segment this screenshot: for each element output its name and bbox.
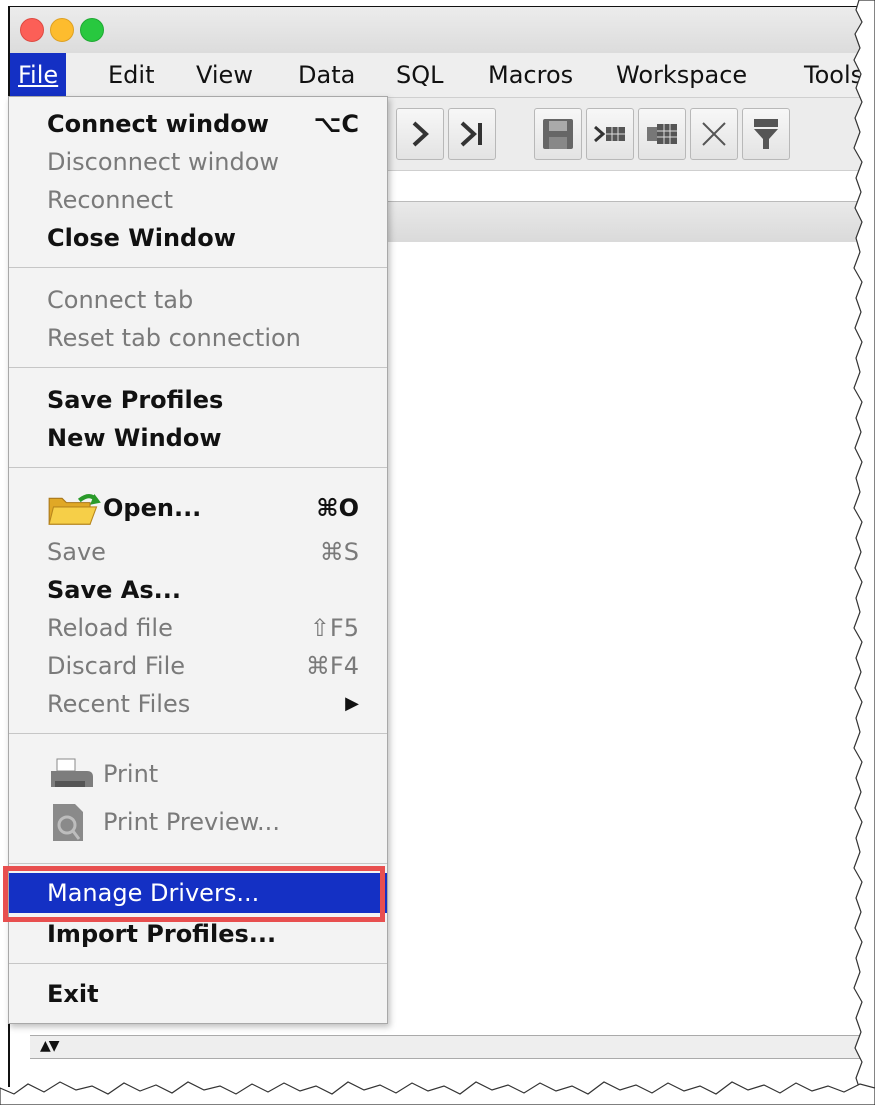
connect-window-label: Connect window: [47, 110, 269, 138]
submenu-arrow-icon: ▶: [345, 693, 359, 714]
menu-view[interactable]: View: [188, 53, 261, 97]
menu-item-discard-file[interactable]: Discard File ⌘F4: [9, 647, 387, 685]
menu-item-reload-file[interactable]: Reload file ⇧F5: [9, 609, 387, 647]
menu-sql-label: SQL: [396, 61, 444, 89]
printer-icon: [51, 758, 93, 787]
last-button[interactable]: [448, 108, 496, 160]
title-bar: [10, 7, 866, 54]
menu-workspace[interactable]: Workspace: [608, 53, 755, 97]
next-button[interactable]: [396, 108, 444, 160]
insert-row-button[interactable]: [586, 108, 634, 160]
connect-window-shortcut: ⌥C: [313, 110, 359, 138]
exit-label: Exit: [47, 980, 99, 1008]
insert-row-icon: [594, 125, 625, 143]
menu-macros[interactable]: Macros: [480, 53, 581, 97]
torn-edge-right: [853, 0, 875, 1105]
reconnect-label: Reconnect: [47, 186, 174, 214]
filter-icon: [754, 119, 778, 149]
print-label: Print: [103, 760, 159, 788]
filter-button[interactable]: [742, 108, 790, 160]
copy-row-icon: [647, 124, 677, 144]
menu-item-close-window[interactable]: Close Window: [9, 219, 387, 257]
menu-separator: [9, 963, 387, 964]
save-label: Save: [47, 538, 106, 566]
reset-tab-connection-label: Reset tab connection: [47, 324, 301, 352]
menu-file[interactable]: File: [10, 53, 67, 97]
save-profiles-label: Save Profiles: [47, 386, 224, 414]
menu-macros-label: Macros: [488, 61, 574, 89]
minimize-window-button[interactable]: [50, 18, 74, 42]
menu-item-disconnect-window[interactable]: Disconnect window: [9, 143, 387, 181]
print-preview-label: Print Preview...: [103, 808, 280, 836]
menu-data-label: Data: [298, 61, 356, 89]
save-toolbar-button[interactable]: [534, 108, 582, 160]
menu-edit[interactable]: Edit: [100, 53, 162, 97]
menu-item-save[interactable]: Save ⌘S: [9, 533, 387, 571]
menu-file-label: File: [18, 61, 59, 89]
menu-item-save-as[interactable]: Save As...: [9, 571, 387, 609]
delete-icon: [702, 122, 726, 146]
open-shortcut: ⌘O: [316, 494, 359, 522]
connect-tab-label: Connect tab: [47, 286, 194, 314]
menu-item-connect-window[interactable]: Connect window ⌥C: [9, 105, 387, 143]
print-preview-icon: [53, 804, 83, 841]
menu-separator: [9, 467, 387, 468]
import-profiles-label: Import Profiles...: [47, 920, 277, 948]
chevron-right-icon: [412, 121, 429, 147]
torn-edge-bottom: [0, 1081, 875, 1105]
save-shortcut: ⌘S: [319, 538, 359, 566]
menu-item-reconnect[interactable]: Reconnect: [9, 181, 387, 219]
menu-item-exit[interactable]: Exit: [9, 975, 387, 1013]
menu-item-save-profiles[interactable]: Save Profiles: [9, 381, 387, 419]
split-toggle-icon[interactable]: ▲▼: [40, 1038, 59, 1054]
annotation-highlight-box: [3, 866, 385, 922]
menu-separator: [9, 863, 387, 864]
discard-file-label: Discard File: [47, 652, 186, 680]
zoom-window-button[interactable]: [80, 18, 104, 42]
reload-file-label: Reload file: [47, 614, 173, 642]
menu-separator: [9, 367, 387, 368]
menu-item-connect-tab[interactable]: Connect tab: [9, 281, 387, 319]
menu-workspace-label: Workspace: [616, 61, 748, 89]
menu-bar: File Edit View Data SQL Macros Workspace…: [10, 53, 866, 98]
split-divider[interactable]: ▲▼: [30, 1035, 866, 1059]
disconnect-window-label: Disconnect window: [47, 148, 280, 176]
menu-view-label: View: [196, 61, 253, 89]
menu-sql[interactable]: SQL: [388, 53, 452, 97]
open-label: Open...: [103, 494, 202, 522]
copy-row-button[interactable]: [638, 108, 686, 160]
menu-data[interactable]: Data: [290, 53, 363, 97]
delete-row-button[interactable]: [690, 108, 738, 160]
new-window-label: New Window: [47, 424, 222, 452]
menu-separator: [9, 267, 387, 268]
menu-separator: [9, 733, 387, 734]
recent-files-label: Recent Files: [47, 690, 191, 718]
folder-open-icon: [48, 494, 101, 525]
menu-item-new-window[interactable]: New Window: [9, 419, 387, 457]
discard-file-shortcut: ⌘F4: [305, 652, 359, 680]
menu-edit-label: Edit: [108, 61, 155, 89]
floppy-disk-icon: [543, 119, 573, 149]
close-window-label: Close Window: [47, 224, 236, 252]
save-as-label: Save As...: [47, 576, 181, 604]
menu-item-reset-tab-connection[interactable]: Reset tab connection: [9, 319, 387, 357]
menu-item-open[interactable]: Open... ⌘O: [9, 489, 387, 527]
skip-to-end-icon: [460, 121, 482, 147]
menu-item-print[interactable]: Print: [9, 755, 387, 793]
menu-item-recent-files[interactable]: Recent Files ▶: [9, 685, 387, 723]
menu-item-print-preview[interactable]: Print Preview...: [9, 803, 387, 841]
close-window-button[interactable]: [20, 18, 44, 42]
reload-file-shortcut: ⇧F5: [309, 614, 359, 642]
